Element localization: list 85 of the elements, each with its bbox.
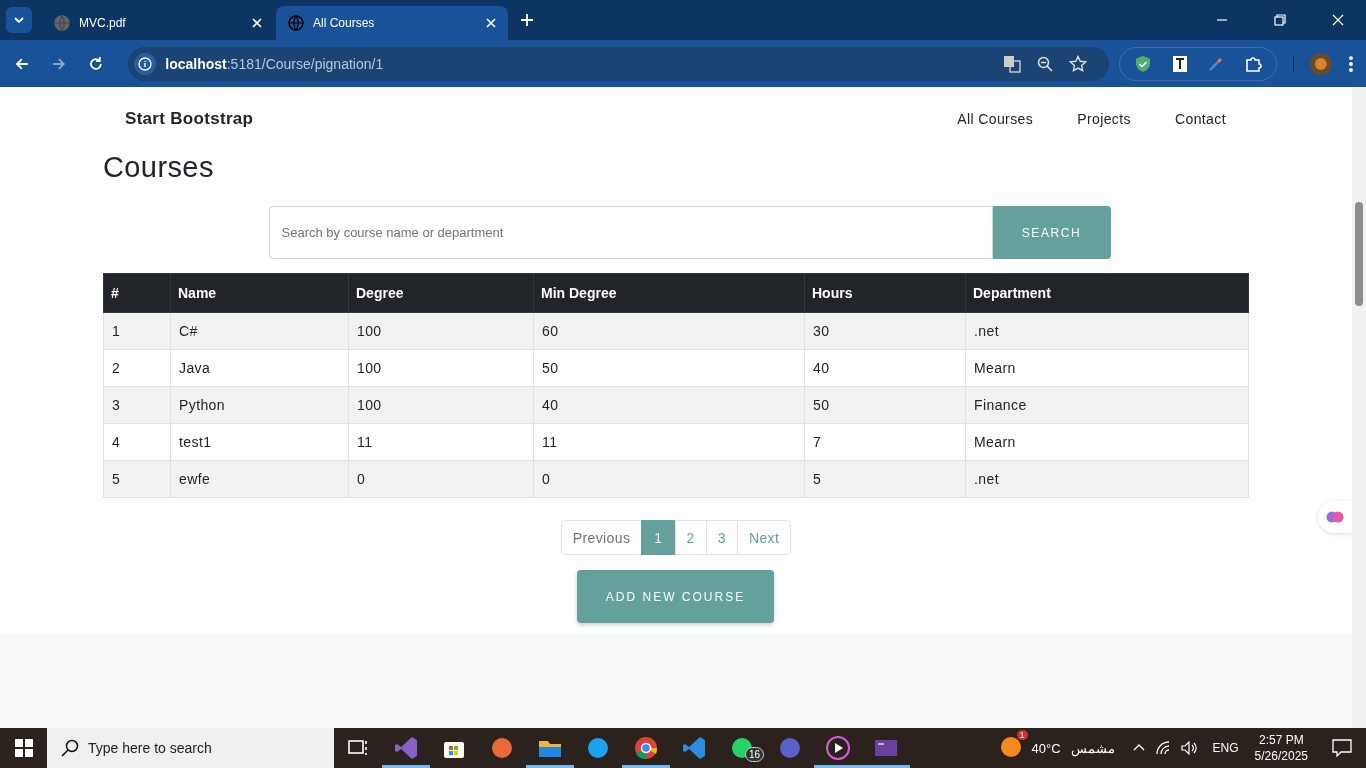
table-cell: test1 [170,423,349,461]
table-cell: 40 [533,386,805,424]
search-field[interactable]: Search by course name or department [268,206,993,259]
column-header: Department [965,273,1249,313]
forward-icon[interactable] [50,55,67,72]
table-cell: ewfe [170,460,349,498]
browser-tab[interactable]: All Courses [276,6,508,40]
puzzle-icon[interactable] [1244,54,1263,73]
table-cell: 3 [103,386,171,424]
wifi-icon[interactable] [1154,741,1171,755]
nav-link[interactable]: Contact [1174,111,1226,127]
browser-tab[interactable]: MVC.pdf [42,6,274,40]
code-editor-icon [681,735,707,761]
table-cell: 0 [533,460,805,498]
shield-icon[interactable] [1134,54,1153,73]
table-cell: 5 [804,460,966,498]
table-cell: 40 [804,349,966,387]
sun-icon [999,736,1022,758]
temperature[interactable]: 40°C [1031,740,1061,756]
close-icon[interactable] [486,18,496,28]
table-cell: 7 [804,423,966,461]
taskbar-app[interactable]: 16 [718,728,766,768]
table-cell: 50 [533,349,805,387]
table-cell: 11 [533,423,805,461]
table-cell: 100 [348,349,534,387]
assistant-button[interactable] [1318,501,1352,533]
globe-icon [288,15,304,31]
new-tab-icon[interactable] [520,13,534,27]
notifications-icon[interactable] [1332,739,1352,757]
search-icon [61,739,79,757]
table-cell: Mearn [965,349,1249,387]
globe-icon [54,15,70,31]
column-header: # [103,273,171,313]
table-cell: Java [170,349,349,387]
table-cell: 11 [348,423,534,461]
table-cell: 4 [103,423,171,461]
table-cell: Mearn [965,423,1249,461]
more-icon[interactable] [1348,54,1354,73]
close-icon[interactable] [252,18,262,28]
address-bar[interactable]: localhost:5181/Course/pignation/1 [128,46,1110,81]
table-cell: 50 [804,386,966,424]
table-cell: .net [965,460,1249,498]
star-icon[interactable] [1069,54,1088,73]
tab-list-button[interactable] [6,7,32,33]
table-cell: 60 [533,312,805,350]
column-header: Hours [804,273,966,313]
clock-date[interactable]: 5/26/2025 [1254,748,1308,764]
close-icon[interactable] [1332,14,1344,26]
table-cell: C# [170,312,349,350]
column-header: Name [170,273,349,313]
speaker-icon[interactable] [1180,741,1199,755]
avatar-icon[interactable] [1310,52,1333,75]
chevron-down-icon [13,14,25,26]
color-picker-icon[interactable] [1208,55,1225,72]
nav-link[interactable]: All Courses [957,111,1034,127]
table-cell: 100 [348,312,534,350]
windows-start-icon[interactable] [15,739,33,757]
document-icon[interactable] [1172,54,1189,73]
reload-icon[interactable] [87,55,104,72]
weather-badge: 1 [1016,730,1028,740]
language-indicator[interactable]: ENG [1212,741,1239,755]
table-cell: Python [170,386,349,424]
table-cell: 5 [103,460,171,498]
table-cell: .net [965,312,1249,350]
restore-icon[interactable] [1274,14,1286,26]
table-cell: Finance [965,386,1249,424]
weather-label[interactable]: مشمس [1070,740,1115,756]
table-cell: 1 [103,312,171,350]
visual-studio-icon [393,735,419,761]
chrome-icon [633,735,659,761]
info-icon [134,52,157,75]
table-cell: 2 [103,349,171,387]
scrollbar-thumb[interactable] [1355,202,1363,306]
play-icon [825,735,851,761]
site-brand[interactable]: Start Bootstrap [125,109,254,129]
page-heading: Courses [103,151,215,185]
column-header: Min Degree [533,273,805,313]
zoom-icon[interactable] [1037,55,1054,72]
table-cell: 0 [348,460,534,498]
clock-time[interactable]: 2:57 PM [1258,732,1304,748]
nav-link[interactable]: Projects [1077,111,1131,127]
table-cell: 100 [348,386,534,424]
column-header: Degree [348,273,534,313]
taskbar-search-field[interactable]: Type here to search [47,728,334,768]
table-cell: 30 [804,312,966,350]
